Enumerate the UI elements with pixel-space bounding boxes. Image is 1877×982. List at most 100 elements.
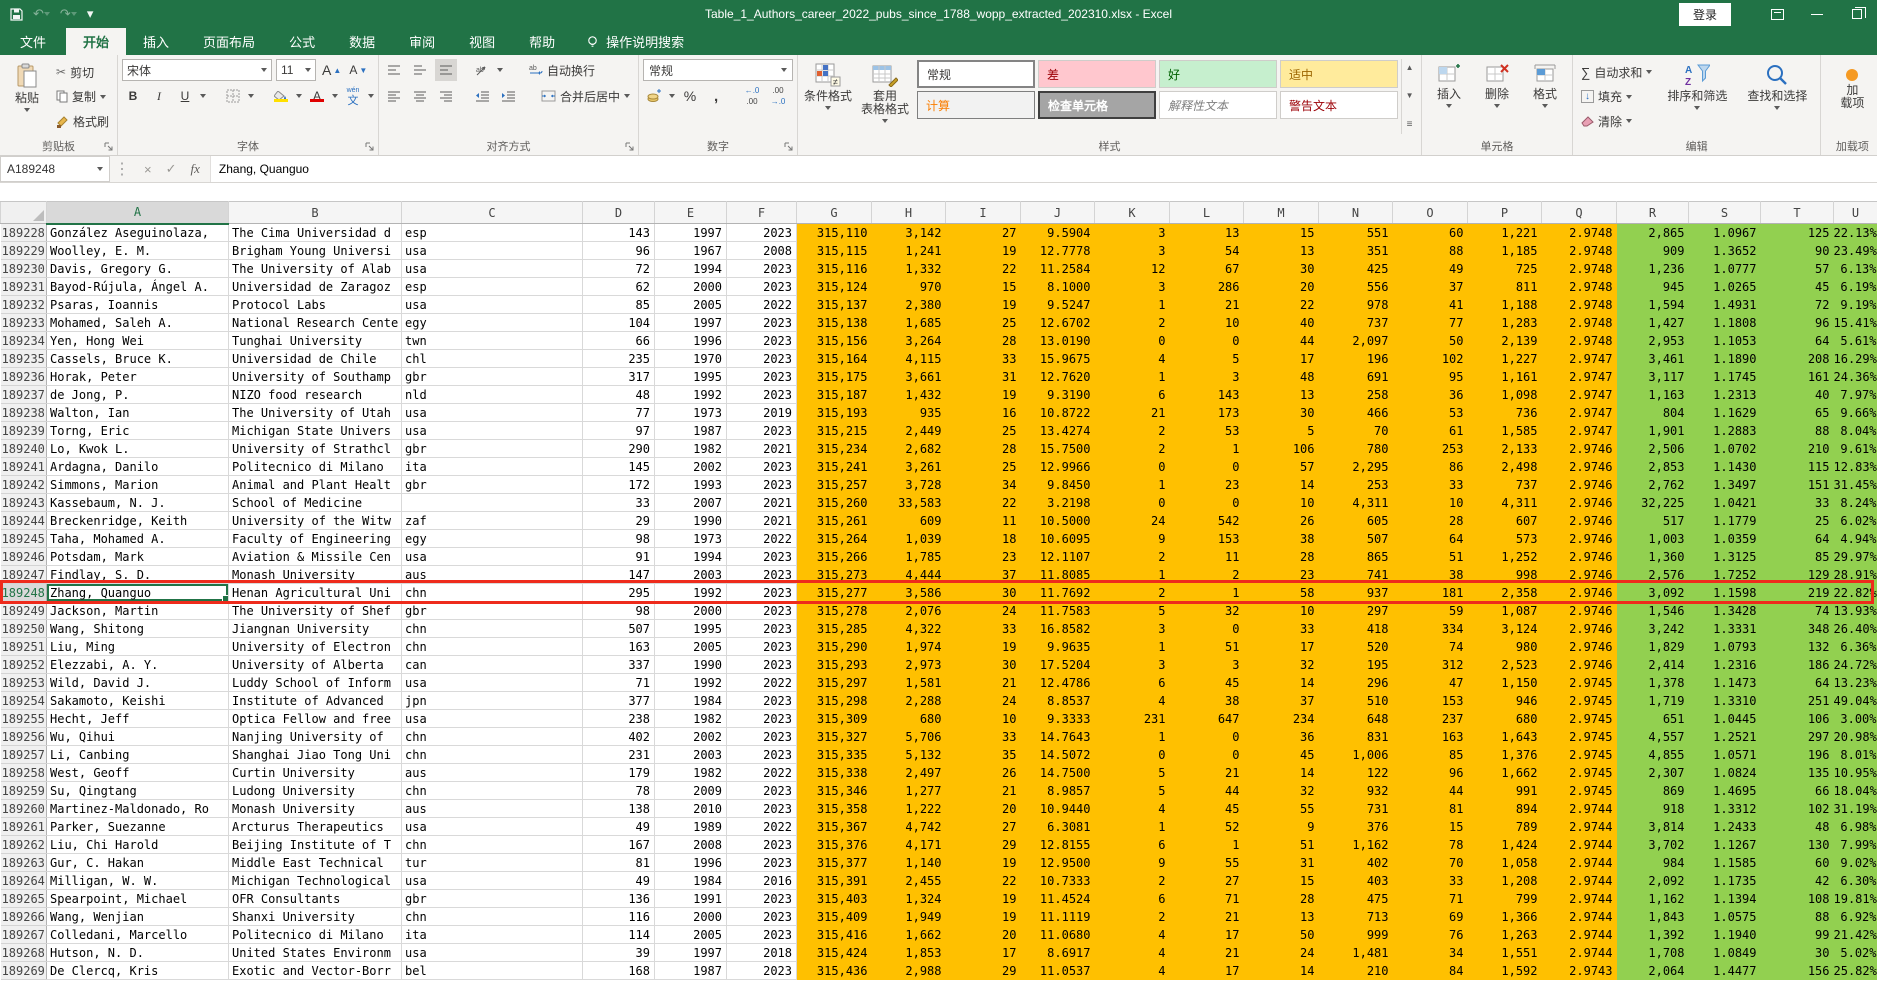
cell[interactable]: 1,366	[1468, 908, 1542, 926]
cell[interactable]: 9.19%	[1834, 296, 1877, 314]
cell[interactable]: 315,297	[797, 674, 872, 692]
cell[interactable]: 573	[1468, 530, 1542, 548]
cell[interactable]: 2023	[727, 458, 797, 476]
cell[interactable]: 2	[1095, 422, 1170, 440]
cell[interactable]: 28.91%	[1834, 566, 1877, 584]
cell[interactable]: 27	[1170, 872, 1244, 890]
cell[interactable]: 2021	[727, 512, 797, 530]
cell[interactable]: 30	[946, 584, 1021, 602]
cell[interactable]: 1.0265	[1689, 278, 1761, 296]
cell[interactable]: 81	[583, 854, 655, 872]
cell[interactable]: 172	[583, 476, 655, 494]
cell[interactable]: 551	[1319, 224, 1393, 242]
cell[interactable]: 54	[1170, 242, 1244, 260]
cell[interactable]: 196	[1319, 350, 1393, 368]
cell[interactable]: 2.9745	[1542, 674, 1617, 692]
cell[interactable]: 5	[1095, 602, 1170, 620]
cell[interactable]: Walton, Ian	[47, 404, 229, 422]
cell[interactable]: 312	[1393, 656, 1468, 674]
cell[interactable]: 15.7500	[1021, 440, 1095, 458]
row-header[interactable]: 189236	[1, 368, 47, 386]
cell[interactable]: 2	[1095, 908, 1170, 926]
cell[interactable]: 21	[1170, 944, 1244, 962]
column-header-U[interactable]: U	[1834, 202, 1877, 224]
cell[interactable]: 25	[946, 458, 1021, 476]
cell[interactable]: 1,662	[1468, 764, 1542, 782]
cell[interactable]: 0	[1170, 332, 1244, 350]
cell-style-7[interactable]: 警告文本	[1280, 91, 1398, 119]
cell[interactable]: 2.9745	[1542, 782, 1617, 800]
cell[interactable]: 5	[1244, 422, 1319, 440]
cell[interactable]: 2,307	[1617, 764, 1689, 782]
cell[interactable]: 61	[1393, 422, 1468, 440]
cell[interactable]: 937	[1319, 584, 1393, 602]
cell[interactable]: 2021	[727, 440, 797, 458]
cell[interactable]: Findlay, S. D.	[47, 566, 229, 584]
cell[interactable]: 5,132	[872, 746, 946, 764]
cell[interactable]: 1982	[655, 710, 727, 728]
column-header-I[interactable]: I	[946, 202, 1021, 224]
cell[interactable]: 31	[946, 368, 1021, 386]
cell[interactable]: Potsdam, Mark	[47, 548, 229, 566]
cell[interactable]: 865	[1319, 548, 1393, 566]
cell[interactable]: 17	[1244, 350, 1319, 368]
cell[interactable]: chn	[402, 782, 583, 800]
cell[interactable]: 315,261	[797, 512, 872, 530]
cell-style-1[interactable]: 差	[1038, 60, 1156, 88]
cell[interactable]: chn	[402, 728, 583, 746]
row-header[interactable]: 189253	[1, 674, 47, 692]
cell[interactable]: Yen, Hong Wei	[47, 332, 229, 350]
column-header-O[interactable]: O	[1393, 202, 1468, 224]
cell[interactable]: 607	[1468, 512, 1542, 530]
cell[interactable]: 85	[583, 296, 655, 314]
tab-6[interactable]: 视图	[452, 28, 512, 55]
cell[interactable]: 1,252	[1468, 548, 1542, 566]
cell[interactable]: 40	[1761, 386, 1834, 404]
cell[interactable]: 1982	[655, 440, 727, 458]
cell[interactable]: 10.6095	[1021, 530, 1095, 548]
cell[interactable]: 1990	[655, 656, 727, 674]
cell[interactable]: 9.3333	[1021, 710, 1095, 728]
cell[interactable]: 10.9440	[1021, 800, 1095, 818]
cell[interactable]: 11.0680	[1021, 926, 1095, 944]
cell[interactable]: 33	[1393, 872, 1468, 890]
column-header-P[interactable]: P	[1468, 202, 1542, 224]
cell[interactable]: gbr	[402, 440, 583, 458]
column-header-C[interactable]: C	[402, 202, 583, 224]
cell[interactable]: 15	[1244, 224, 1319, 242]
cell[interactable]: 12.6702	[1021, 314, 1095, 332]
cell[interactable]: 1.1808	[1689, 314, 1761, 332]
cell[interactable]: 1,785	[872, 548, 946, 566]
cell[interactable]: 315,436	[797, 962, 872, 980]
cell[interactable]: 98	[583, 602, 655, 620]
cell[interactable]: 2.9744	[1542, 872, 1617, 890]
cell[interactable]: 1973	[655, 404, 727, 422]
cell[interactable]: 96	[1761, 314, 1834, 332]
cell[interactable]: 10	[1170, 314, 1244, 332]
cell[interactable]: 64	[1761, 674, 1834, 692]
cell[interactable]: Bayod-Rújula, Ángel A.	[47, 278, 229, 296]
cell[interactable]: 2023	[727, 926, 797, 944]
cell[interactable]: 1,424	[1468, 836, 1542, 854]
cell[interactable]: 12.9500	[1021, 854, 1095, 872]
table-row[interactable]: 189257Li, CanbingShanghai Jiao Tong Unic…	[1, 746, 1877, 764]
cell[interactable]: 8.8537	[1021, 692, 1095, 710]
cell[interactable]: 9.9635	[1021, 638, 1095, 656]
cell[interactable]: 108	[1761, 890, 1834, 908]
increase-decimal-icon[interactable]: ←.0.00	[741, 85, 763, 107]
cell[interactable]: 2.9746	[1542, 638, 1617, 656]
cell[interactable]: 2023	[727, 638, 797, 656]
cell[interactable]: 2023	[727, 710, 797, 728]
cell[interactable]: 296	[1319, 674, 1393, 692]
cell[interactable]: 74	[1393, 638, 1468, 656]
cell[interactable]: 1,719	[1617, 692, 1689, 710]
cell[interactable]: 315,273	[797, 566, 872, 584]
cell[interactable]: 88	[1393, 242, 1468, 260]
cell[interactable]: 30	[946, 656, 1021, 674]
cell[interactable]: 2	[1095, 440, 1170, 458]
cell[interactable]: 1.1053	[1689, 332, 1761, 350]
cell[interactable]: 19.81%	[1834, 890, 1877, 908]
cell[interactable]: chn	[402, 836, 583, 854]
cell[interactable]: 253	[1393, 440, 1468, 458]
cancel-entry-icon[interactable]: ×	[144, 162, 152, 177]
